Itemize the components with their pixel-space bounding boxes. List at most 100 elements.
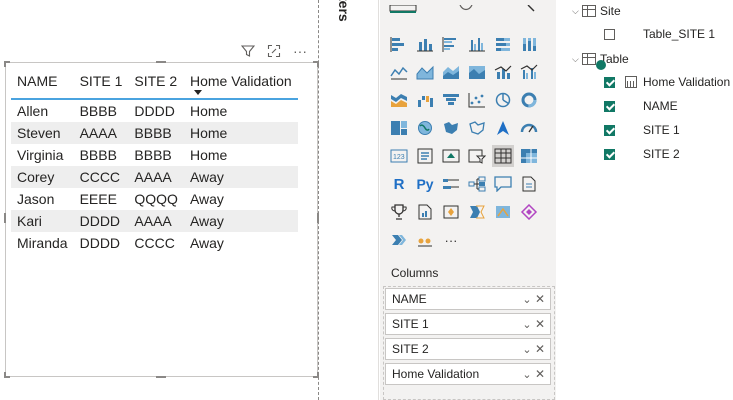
table-cell: Miranda (17, 235, 68, 251)
table-cell: DDDD (134, 103, 175, 119)
ribbon-chart-icon[interactable] (388, 89, 410, 111)
column-header-site1[interactable]: SITE 1 (74, 68, 129, 99)
filter-icon[interactable] (240, 43, 256, 59)
field-item-table-site1[interactable]: Table_SITE 1 (604, 25, 715, 43)
shape-map-icon[interactable] (466, 117, 488, 139)
resize-handle-n[interactable] (156, 61, 166, 63)
more-visuals-icon[interactable]: ··· (440, 229, 462, 251)
python-visual-icon[interactable]: Py (414, 173, 436, 195)
treemap-icon[interactable] (388, 117, 410, 139)
kpi-icon[interactable] (440, 145, 462, 167)
resize-handle-w[interactable] (4, 213, 6, 223)
funnel-chart-icon[interactable] (440, 89, 462, 111)
focus-mode-icon[interactable] (266, 43, 282, 59)
100-stacked-bar-chart-icon[interactable] (492, 33, 514, 55)
field-well-name[interactable]: NAME ⌄ ✕ (385, 288, 551, 310)
filters-pane-label[interactable]: ters (336, 0, 352, 22)
card-icon[interactable]: 123 (388, 145, 410, 167)
field-item-name[interactable]: NAME (604, 97, 678, 115)
field-item-site1[interactable]: SITE 1 (604, 121, 680, 139)
power-bi-app-visual-icon[interactable] (518, 201, 540, 223)
table-cell: Jason (17, 191, 55, 207)
resize-handle-nw-v[interactable] (4, 61, 6, 67)
donut-chart-icon[interactable] (518, 89, 540, 111)
matrix-icon[interactable] (518, 145, 540, 167)
map-icon[interactable] (414, 117, 436, 139)
field-name: SITE 2 (643, 147, 680, 161)
multi-row-card-icon[interactable] (414, 145, 436, 167)
waterfall-chart-icon[interactable] (414, 89, 436, 111)
chevron-down-icon[interactable]: ⌄ (520, 368, 534, 381)
field-checkbox[interactable] (604, 28, 615, 40)
remove-field-icon[interactable]: ✕ (534, 292, 546, 306)
table-row: Kari DDDD AAAA Away (11, 210, 298, 232)
format-visual-tab-icon[interactable] (458, 0, 474, 11)
table-row: Corey CCCC AAAA Away (11, 166, 298, 188)
stacked-area-chart-icon[interactable] (440, 61, 462, 83)
line-chart-icon[interactable] (388, 61, 410, 83)
calculated-column-icon (625, 76, 637, 88)
decomposition-tree-icon[interactable] (466, 173, 488, 195)
power-apps-icon[interactable] (440, 201, 462, 223)
line-and-clustered-column-chart-icon[interactable] (518, 61, 540, 83)
key-influencers-icon[interactable] (440, 173, 462, 195)
scatter-chart-icon[interactable] (466, 89, 488, 111)
field-checkbox-checked[interactable] (604, 124, 615, 136)
field-checkbox-checked[interactable] (604, 100, 615, 112)
remove-field-icon[interactable]: ✕ (534, 317, 546, 331)
chevron-visual-icon[interactable] (388, 229, 410, 251)
table-node-site[interactable]: ⌵ Site (572, 2, 621, 20)
100-stacked-column-chart-icon[interactable] (518, 33, 540, 55)
visual-gallery-row (388, 61, 553, 85)
table-cell: Steven (17, 125, 61, 141)
table-cell: AAAA (79, 125, 117, 141)
slicer-icon[interactable] (466, 145, 488, 167)
resize-handle-s[interactable] (156, 376, 166, 378)
clustered-column-chart-icon[interactable] (466, 33, 488, 55)
chevron-down-icon[interactable]: ⌵ (572, 6, 582, 17)
qa-visual-icon[interactable] (492, 173, 514, 195)
power-automate-icon[interactable] (466, 201, 488, 223)
column-header-site2[interactable]: SITE 2 (128, 68, 184, 99)
field-checkbox-checked[interactable] (604, 76, 615, 88)
filled-map-icon[interactable] (440, 117, 462, 139)
stacked-column-chart-icon[interactable] (414, 33, 436, 55)
chevron-down-icon[interactable]: ⌄ (520, 293, 534, 306)
area-chart-icon[interactable] (414, 61, 436, 83)
visual-gallery-row (388, 89, 553, 113)
column-header-name[interactable]: NAME (11, 68, 74, 99)
smart-narrative-icon[interactable] (518, 173, 540, 195)
field-item-site2[interactable]: SITE 2 (604, 145, 680, 163)
chevron-down-icon[interactable]: ⌄ (520, 343, 534, 356)
more-options-icon[interactable]: ··· (292, 43, 308, 59)
field-well-site1[interactable]: SITE 1 ⌄ ✕ (385, 313, 551, 335)
remove-field-icon[interactable]: ✕ (534, 342, 546, 356)
build-visual-tab-icon[interactable] (388, 0, 418, 13)
table-cell: Home (189, 103, 228, 119)
arcgis-map-icon[interactable] (492, 201, 514, 223)
line-and-stacked-column-chart-icon[interactable] (492, 61, 514, 83)
100-stacked-area-chart-icon[interactable] (466, 61, 488, 83)
analytics-tab-icon[interactable] (526, 0, 540, 12)
pie-chart-icon[interactable] (492, 89, 514, 111)
goals-trophy-icon[interactable] (388, 201, 410, 223)
azure-map-icon[interactable] (492, 117, 514, 139)
sort-descending-icon[interactable] (194, 90, 202, 95)
paginated-report-icon[interactable] (414, 201, 436, 223)
table-visual-icon[interactable] (492, 145, 514, 167)
resize-handle-sw-v[interactable] (4, 372, 6, 378)
stacked-bar-chart-icon[interactable] (388, 33, 410, 55)
filters-pane-collapsed[interactable] (322, 0, 380, 400)
custom-visual-icon[interactable] (414, 229, 436, 251)
field-well-site2[interactable]: SITE 2 ⌄ ✕ (385, 338, 551, 360)
gauge-icon[interactable] (518, 117, 540, 139)
field-well-home-validation[interactable]: Home Validation ⌄ ✕ (385, 363, 551, 385)
field-item-home-validation[interactable]: Home Validation (604, 73, 730, 91)
remove-field-icon[interactable]: ✕ (534, 367, 546, 381)
r-script-visual-icon[interactable]: R (388, 173, 410, 195)
table-row: Miranda DDDD CCCC Away (11, 232, 298, 254)
chevron-down-icon[interactable]: ⌵ (572, 54, 582, 65)
field-checkbox-checked[interactable] (604, 148, 615, 160)
chevron-down-icon[interactable]: ⌄ (520, 318, 534, 331)
clustered-bar-chart-icon[interactable] (440, 33, 462, 55)
